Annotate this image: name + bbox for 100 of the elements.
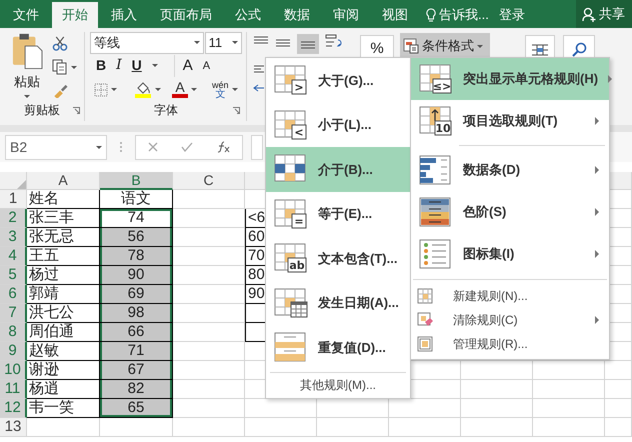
phonetic-button[interactable]: wén 文 bbox=[212, 80, 229, 99]
row-header[interactable]: 11 bbox=[0, 380, 27, 399]
grid-cell bbox=[605, 361, 632, 380]
lines-icon bbox=[300, 39, 316, 49]
grid-cell bbox=[173, 228, 245, 247]
paste-button[interactable]: 粘贴 bbox=[8, 32, 46, 98]
row-header[interactable]: 1 bbox=[0, 190, 27, 209]
row-header[interactable]: 2 bbox=[0, 209, 27, 228]
table-cell: 74 bbox=[100, 209, 173, 228]
share-button[interactable]: 共享 bbox=[576, 0, 632, 28]
group-label: 字体 bbox=[154, 102, 178, 119]
menu-item[interactable]: < 小于(L)... bbox=[266, 102, 410, 147]
underline-button[interactable]: U bbox=[132, 55, 142, 76]
grid-cell bbox=[533, 380, 605, 399]
fill-color-icon[interactable] bbox=[134, 82, 152, 98]
bold-button[interactable]: B bbox=[96, 55, 106, 76]
data-bars-icon bbox=[419, 155, 453, 185]
grid-cell bbox=[605, 418, 632, 437]
menu-item[interactable]: 其他规则(M)... bbox=[266, 372, 410, 398]
grid-cell bbox=[173, 399, 245, 418]
ribbon-tab[interactable]: 页面布局 bbox=[150, 2, 222, 28]
menu-item[interactable]: 新建规则(N)... bbox=[411, 284, 609, 308]
grid-cell bbox=[317, 418, 389, 437]
copy-button[interactable] bbox=[52, 59, 77, 75]
eraser-grid-icon bbox=[417, 312, 433, 328]
table-cell: 语文 bbox=[100, 190, 173, 209]
decrease-indent-icon[interactable] bbox=[253, 84, 265, 92]
caret-icon bbox=[155, 88, 161, 92]
row-header[interactable]: 13 bbox=[0, 418, 27, 437]
menu-item[interactable]: 图标集(I) bbox=[411, 233, 609, 275]
row-header[interactable]: 12 bbox=[0, 399, 27, 418]
middle-align-icon[interactable] bbox=[275, 37, 291, 49]
table-cell: 90 bbox=[100, 266, 173, 285]
row-header[interactable]: 8 bbox=[0, 323, 27, 342]
menu-item[interactable]: 管理规则(R)... bbox=[411, 332, 609, 356]
ribbon-tab[interactable]: 视图 bbox=[372, 2, 418, 28]
menu-item[interactable]: 介于(B)... bbox=[266, 147, 410, 192]
menu-item[interactable]: 重复值(D)... bbox=[266, 325, 410, 370]
column-header[interactable]: A bbox=[27, 172, 100, 190]
caret-icon bbox=[477, 44, 483, 48]
top-align-icon[interactable] bbox=[253, 34, 269, 46]
ribbon-tab[interactable]: 插入 bbox=[101, 2, 147, 28]
grid-cell bbox=[173, 285, 245, 304]
ribbon-tab[interactable]: 审阅 bbox=[323, 2, 369, 28]
row-header[interactable]: 7 bbox=[0, 304, 27, 323]
shrink-font-button[interactable]: A bbox=[202, 58, 210, 74]
caret-icon bbox=[152, 64, 158, 68]
grid-cell bbox=[389, 418, 461, 437]
tell-me-box[interactable]: 告诉我... bbox=[424, 2, 491, 28]
font-name-field[interactable]: 等线 bbox=[90, 32, 204, 54]
column-header[interactable]: B bbox=[100, 172, 173, 190]
checkmark-icon[interactable] bbox=[180, 142, 193, 152]
row-header[interactable]: 10 bbox=[0, 361, 27, 380]
menu-item[interactable]: 清除规则(C) bbox=[411, 308, 609, 332]
borders-icon[interactable] bbox=[94, 82, 108, 97]
row-header[interactable]: 9 bbox=[0, 342, 27, 361]
grid-cell bbox=[173, 266, 245, 285]
person-add-icon bbox=[582, 6, 596, 22]
table-cell: 98 bbox=[100, 304, 173, 323]
menu-item[interactable]: ≤> 突出显示单元格规则(H) bbox=[411, 58, 609, 100]
group-label: 剪贴板 bbox=[24, 102, 60, 119]
ribbon-tab[interactable]: 开始 bbox=[52, 2, 98, 28]
menu-item[interactable]: 色阶(S) bbox=[411, 191, 609, 233]
row-header[interactable]: 3 bbox=[0, 228, 27, 247]
grow-font-button[interactable]: A bbox=[174, 54, 193, 78]
ribbon-tab[interactable]: 数据 bbox=[274, 2, 320, 28]
scissors-icon[interactable] bbox=[52, 36, 68, 51]
column-header[interactable]: C bbox=[173, 172, 245, 190]
grid-badge-icon: > bbox=[274, 65, 308, 96]
sign-in-link[interactable]: 登录 bbox=[498, 2, 525, 28]
bottom-align-button[interactable] bbox=[297, 34, 319, 54]
insert-function-icon[interactable] bbox=[216, 141, 230, 153]
grid-cell bbox=[533, 399, 605, 418]
row-header[interactable]: 5 bbox=[0, 266, 27, 285]
font-color-button[interactable]: A bbox=[172, 81, 188, 98]
conditional-format-button[interactable]: 条件格式 bbox=[400, 33, 490, 59]
grid-cell bbox=[461, 380, 533, 399]
grid-cell bbox=[605, 380, 632, 399]
row-header[interactable]: 4 bbox=[0, 247, 27, 266]
row-header[interactable]: 6 bbox=[0, 285, 27, 304]
caret-icon bbox=[24, 95, 30, 98]
name-box[interactable]: B2 bbox=[5, 134, 107, 160]
grid-arrow-icon: 10 bbox=[419, 106, 453, 136]
clipboard-icon bbox=[10, 32, 44, 70]
dialog-launcher-icon[interactable] bbox=[73, 106, 80, 114]
align-left-icon[interactable] bbox=[253, 64, 265, 74]
calendar-grid-icon bbox=[274, 288, 308, 318]
font-size-field[interactable]: 11 bbox=[204, 32, 242, 54]
ribbon-tab[interactable]: 公式 bbox=[225, 2, 271, 28]
formula-field[interactable] bbox=[251, 134, 263, 160]
grid-cell bbox=[461, 418, 533, 437]
paintbrush-icon[interactable] bbox=[52, 83, 68, 98]
italic-button[interactable]: I bbox=[116, 55, 122, 76]
grid-cell bbox=[533, 361, 605, 380]
menu-item[interactable]: 10 项目选取规则(T) bbox=[411, 100, 609, 142]
grid-badge-icon: ab bbox=[274, 243, 308, 274]
ribbon-tab[interactable]: 文件 bbox=[3, 2, 49, 28]
menu-item[interactable]: 数据条(D) bbox=[411, 149, 609, 191]
grid-cell bbox=[605, 399, 632, 418]
dialog-launcher-icon[interactable] bbox=[233, 106, 240, 114]
